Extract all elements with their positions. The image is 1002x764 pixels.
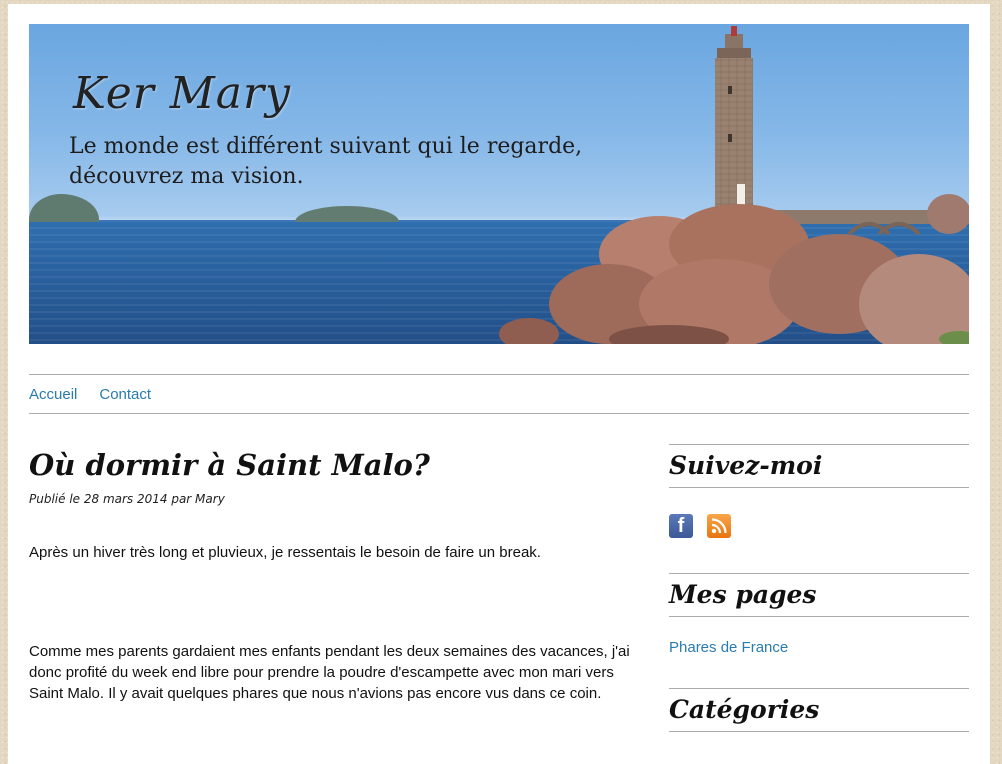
widget-title-pages: Mes pages: [669, 573, 969, 617]
social-icons: f: [669, 514, 731, 538]
main-nav: Accueil Contact: [29, 374, 969, 414]
post-paragraph-1: Après un hiver très long et pluvieux, je…: [29, 544, 541, 561]
site-title[interactable]: Ker Mary: [73, 68, 291, 119]
header-banner[interactable]: Ker Mary Le monde est différent suivant …: [29, 24, 969, 344]
widget-title-follow: Suivez-moi: [669, 444, 969, 488]
page-container: Ker Mary Le monde est différent suivant …: [8, 4, 990, 764]
page-link-phares[interactable]: Phares de France: [669, 639, 788, 656]
site-description: Le monde est différent suivant qui le re…: [69, 134, 583, 189]
island-middle: [295, 206, 399, 222]
rocks-image: [499, 194, 969, 344]
post-title[interactable]: Où dormir à Saint Malo?: [29, 448, 430, 482]
nav-item-accueil[interactable]: Accueil: [29, 386, 77, 403]
post-meta: Publié le 28 mars 2014 par Mary: [29, 492, 225, 506]
island-left: [29, 194, 99, 222]
widget-title-categories: Catégories: [669, 688, 969, 732]
facebook-icon[interactable]: f: [669, 514, 693, 538]
rss-icon[interactable]: [707, 514, 731, 538]
post-paragraph-2: Comme mes parents gardaient mes enfants …: [29, 643, 630, 702]
nav-item-contact[interactable]: Contact: [99, 386, 151, 403]
